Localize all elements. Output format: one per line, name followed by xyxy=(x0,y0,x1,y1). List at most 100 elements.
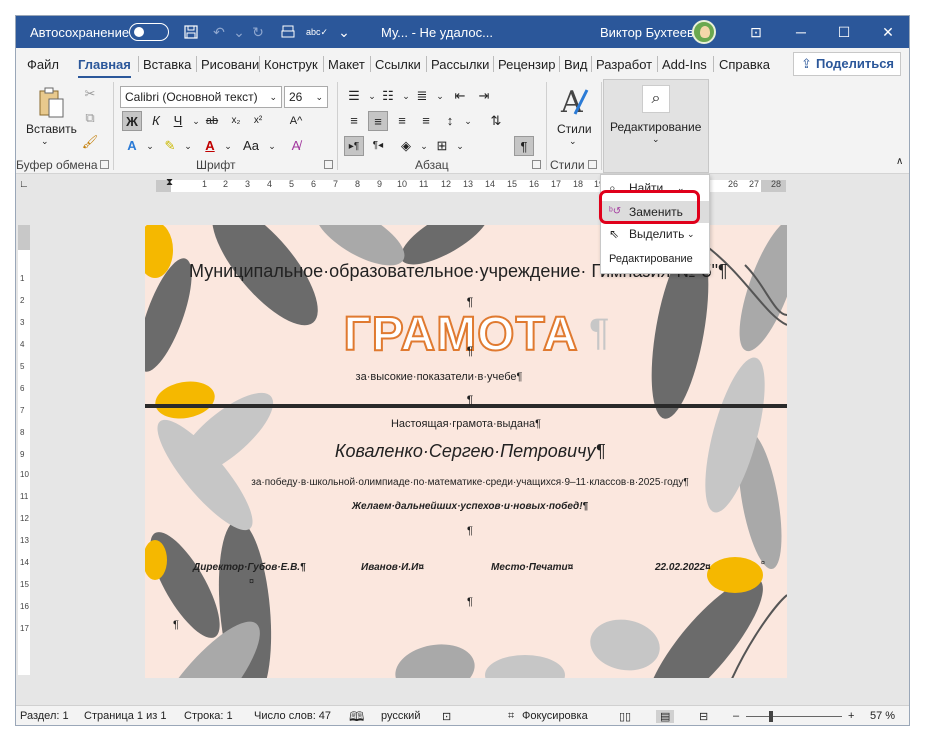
paragraph-launcher-icon[interactable] xyxy=(532,160,541,169)
borders-dropdown-icon[interactable]: ⌄ xyxy=(450,136,470,156)
justify-icon[interactable]: ≡ xyxy=(416,111,436,131)
tab-help[interactable]: Справка xyxy=(719,57,770,72)
paste-icon[interactable] xyxy=(38,86,66,120)
print-layout-view-icon[interactable]: ▤ xyxy=(656,710,675,723)
tab-layout[interactable]: Макет xyxy=(328,57,365,72)
line-spacing-dropdown-icon[interactable]: ⌄ xyxy=(458,111,478,131)
word-count[interactable]: Число слов: 47 xyxy=(254,710,331,722)
avatar[interactable] xyxy=(692,20,716,44)
close-icon[interactable]: ✕ xyxy=(868,16,908,48)
styles-button[interactable]: Стили xyxy=(557,122,592,136)
styles-launcher-icon[interactable] xyxy=(588,160,597,169)
wishes-text[interactable]: Желаем·дальнейших·успехов·и·новых·побед!… xyxy=(352,501,588,512)
section-indicator[interactable]: Раздел: 1 xyxy=(20,710,69,722)
web-layout-icon[interactable]: ⊟ xyxy=(699,710,708,723)
share-button[interactable]: ⇪ Поделиться xyxy=(793,52,901,76)
strikethrough-icon[interactable]: ab xyxy=(202,111,222,131)
director-signature[interactable]: Директор·Губов·Е.В.¶ xyxy=(193,562,306,573)
cut-icon[interactable]: ✂ xyxy=(80,84,100,104)
tab-design[interactable]: Конструк xyxy=(264,57,318,72)
paste-button[interactable]: Вставить xyxy=(26,122,77,136)
italic-button[interactable]: К xyxy=(146,111,166,131)
customize-icon[interactable]: ⌄ xyxy=(334,22,354,42)
clipboard-launcher-icon[interactable] xyxy=(100,160,109,169)
underline-button[interactable]: Ч xyxy=(168,111,188,131)
undo-icon[interactable]: ↶ xyxy=(209,22,229,42)
signer-name[interactable]: Иванов·И.И¤ xyxy=(361,562,424,573)
undo-dropdown-icon[interactable]: ⌄ xyxy=(229,22,249,42)
align-center-icon[interactable]: ≡ xyxy=(368,111,388,131)
line-indicator[interactable]: Строка: 1 xyxy=(184,710,233,722)
numbering-icon[interactable]: ☷ xyxy=(378,86,398,106)
accessibility-icon[interactable]: ⊡ xyxy=(442,710,451,723)
multilevel-dropdown-icon[interactable]: ⌄ xyxy=(430,86,450,106)
tab-home[interactable]: Главная xyxy=(78,57,131,79)
shading-icon[interactable]: ◈ xyxy=(396,136,416,156)
font-color-dropdown-icon[interactable]: ⌄ xyxy=(218,136,238,156)
language-indicator[interactable]: русский xyxy=(381,710,420,722)
styles-dropdown-icon[interactable]: ⌄ xyxy=(569,136,577,147)
increase-indent-icon[interactable]: ⇥ xyxy=(474,86,494,106)
shading-dropdown-icon[interactable]: ⌄ xyxy=(414,136,434,156)
stamp-place[interactable]: Место·Печати¤ xyxy=(491,562,573,573)
redo-icon[interactable]: ↻ xyxy=(248,22,268,42)
save-icon[interactable] xyxy=(181,22,201,42)
copy-icon[interactable]: ⧉ xyxy=(80,108,100,128)
horizontal-ruler[interactable]: ∟ ⧗ 1 2 3 4 5 6 7 8 9 10 11 12 13 14 15 … xyxy=(16,177,909,194)
print-layout-icon[interactable] xyxy=(278,22,298,42)
title-text[interactable]: ГРАМОТА xyxy=(343,307,579,362)
clear-formatting-icon[interactable]: A̸ xyxy=(286,136,306,156)
tab-insert[interactable]: Вставка xyxy=(143,57,191,72)
font-launcher-icon[interactable] xyxy=(324,160,333,169)
multilevel-list-icon[interactable]: ≣ xyxy=(412,86,432,106)
page-indicator[interactable]: Страница 1 из 1 xyxy=(84,710,166,722)
document-page[interactable]: Муниципальное·образовательное·учреждение… xyxy=(145,225,787,678)
subscript-icon[interactable]: x₂ xyxy=(226,111,246,131)
highlight-icon[interactable]: ✎ xyxy=(160,136,180,156)
grow-font-icon[interactable]: A^ xyxy=(286,111,306,131)
line-spacing-icon[interactable]: ↕ xyxy=(440,111,460,131)
subtitle-text[interactable]: за·высокие·показатели·в·учебе¶ xyxy=(356,371,523,383)
zoom-out-button[interactable]: – xyxy=(733,710,739,722)
issued-text[interactable]: Настоящая·грамота·выдана¶ xyxy=(391,418,541,430)
vertical-ruler[interactable]: 1 2 3 4 5 6 7 8 9 10 11 12 13 14 15 16 1… xyxy=(18,225,30,675)
recipient-name[interactable]: Коваленко·Сергею·Петровичу¶ xyxy=(335,441,605,462)
tab-developer[interactable]: Разработ xyxy=(596,57,652,72)
rtl-icon[interactable]: ¶◂ xyxy=(368,136,388,156)
bullets-icon[interactable]: ☰ xyxy=(344,86,364,106)
indent-marker-icon[interactable]: ⧗ xyxy=(166,177,173,188)
highlight-dropdown-icon[interactable]: ⌄ xyxy=(178,136,198,156)
show-marks-button[interactable]: ¶ xyxy=(514,136,534,156)
borders-icon[interactable]: ⊞ xyxy=(432,136,452,156)
tab-view[interactable]: Вид xyxy=(564,57,588,72)
tab-draw[interactable]: Рисовани xyxy=(201,57,259,72)
collapse-ribbon-icon[interactable]: ∧ xyxy=(896,156,903,167)
minimize-icon[interactable]: ─ xyxy=(781,16,821,48)
format-painter-icon[interactable]: 🖌 xyxy=(80,132,100,152)
change-case-button[interactable]: Aa xyxy=(238,136,264,156)
tab-mailings[interactable]: Рассылки xyxy=(431,57,489,72)
zoom-slider-thumb[interactable] xyxy=(769,711,773,722)
zoom-slider[interactable] xyxy=(746,716,842,717)
spellcheck-icon[interactable]: abc✓ xyxy=(306,22,328,42)
bold-button[interactable]: Ж xyxy=(122,111,142,131)
font-color-icon[interactable]: A xyxy=(200,136,220,156)
align-right-icon[interactable]: ≡ xyxy=(392,111,412,131)
user-name[interactable]: Виктор Бухтеев xyxy=(600,25,694,40)
ltr-icon[interactable]: ▸¶ xyxy=(344,136,364,156)
tab-addins[interactable]: Add-Ins xyxy=(662,57,707,72)
certificate-date[interactable]: 22.02.2022¤ xyxy=(655,562,711,573)
zoom-level[interactable]: 57 % xyxy=(870,710,895,722)
tab-review[interactable]: Рецензир xyxy=(498,57,556,72)
maximize-icon[interactable]: ☐ xyxy=(824,16,864,48)
read-mode-icon[interactable]: ▯▯ xyxy=(619,710,631,723)
reason-text[interactable]: за·победу·в·школьной·олимпиаде·по·матема… xyxy=(251,477,688,488)
sort-icon[interactable]: ⇅ xyxy=(486,111,506,131)
proofing-icon[interactable]: 🕮 xyxy=(349,708,364,725)
font-name-combo[interactable]: Calibri (Основной текст) ⌄ xyxy=(120,86,282,108)
decrease-indent-icon[interactable]: ⇤ xyxy=(450,86,470,106)
text-effects-dropdown-icon[interactable]: ⌄ xyxy=(140,136,160,156)
change-case-dropdown-icon[interactable]: ⌄ xyxy=(262,136,282,156)
zoom-in-button[interactable]: + xyxy=(848,710,854,722)
editing-button[interactable]: ⌕ Редактирование ⌄ xyxy=(603,79,709,173)
